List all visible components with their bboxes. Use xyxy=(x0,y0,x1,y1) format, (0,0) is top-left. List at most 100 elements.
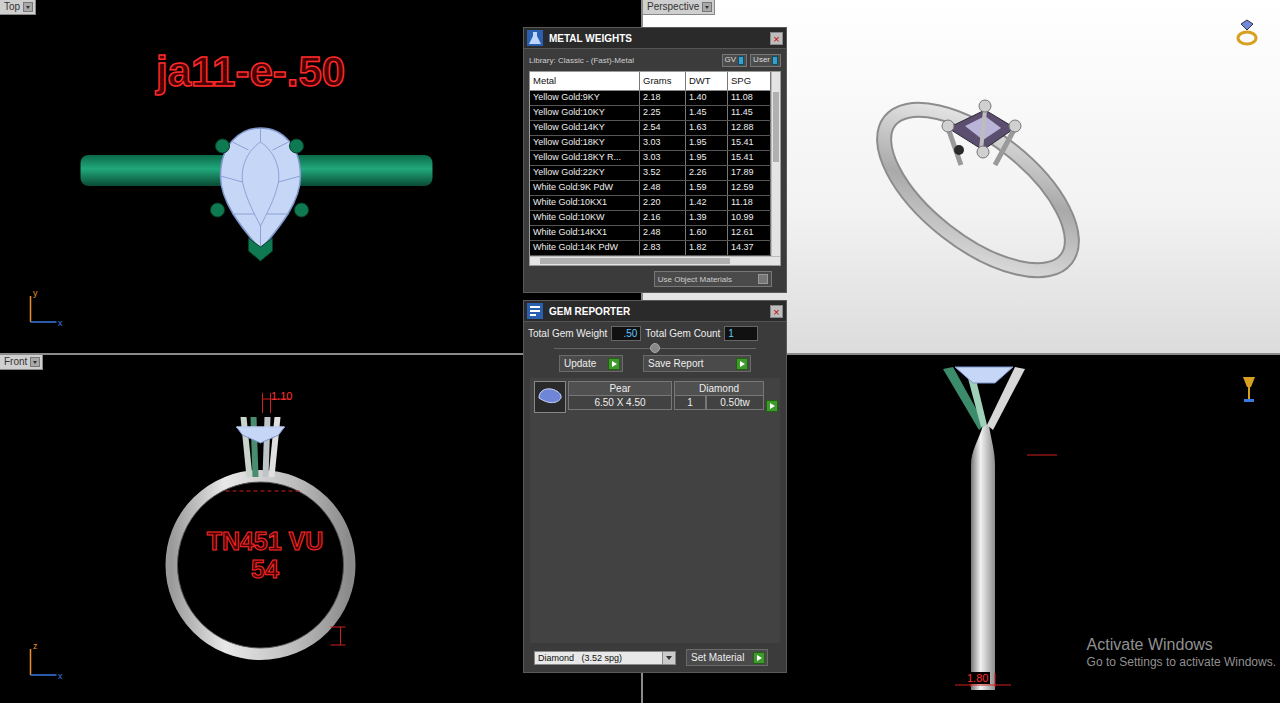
horizontal-scrollbar[interactable] xyxy=(530,256,780,265)
scroll-thumb[interactable] xyxy=(773,92,779,162)
table-row[interactable]: White Gold:14K PdW2.831.8214.37 xyxy=(530,241,771,256)
report-button[interactable]: Save Report xyxy=(643,355,751,372)
gem-weight: 0.50tw xyxy=(706,396,764,410)
material-select[interactable]: Diamond (3.52 spg) xyxy=(534,651,676,665)
scroll-thumb[interactable] xyxy=(540,258,730,264)
viewport-label[interactable]: Perspective xyxy=(643,0,715,15)
table-cell: Yellow Gold:18KY R... xyxy=(530,151,640,165)
column-header[interactable]: DWT xyxy=(686,72,728,90)
axis-label: z xyxy=(33,641,38,651)
axis-label: y xyxy=(33,288,38,298)
watermark-title: Activate Windows xyxy=(1087,635,1276,655)
dimension-label: 1.10 xyxy=(271,390,292,402)
library-row: Library: Classic - (Fast)-Metal GV User xyxy=(524,49,786,71)
panel-titlebar[interactable]: METAL WEIGHTS× xyxy=(524,28,786,49)
setting-shape xyxy=(237,417,285,477)
table-row[interactable]: Yellow Gold:14KY2.541.6312.88 xyxy=(530,121,771,136)
table-header: MetalGramsDWTSPG xyxy=(530,72,771,91)
table-cell: 2.25 xyxy=(640,106,686,120)
table-row[interactable]: White Gold:10KW2.161.3910.99 xyxy=(530,211,771,226)
toggle-label: User xyxy=(753,55,770,65)
table-cell: 1.95 xyxy=(686,136,728,150)
table-row[interactable]: Yellow Gold:22KY3.522.2617.89 xyxy=(530,166,771,181)
table-row[interactable]: Yellow Gold:10KY2.251.4511.45 xyxy=(530,106,771,121)
column-header[interactable]: Grams xyxy=(640,72,686,90)
table-cell: 1.60 xyxy=(686,226,728,240)
toggle-label: GV xyxy=(725,55,737,65)
ring-icon[interactable] xyxy=(1238,20,1256,44)
select-value: Diamond (3.52 spg) xyxy=(538,653,622,663)
flask-icon xyxy=(527,30,543,46)
table-cell: 11.45 xyxy=(728,106,771,120)
viewport-label[interactable]: Top xyxy=(0,0,36,15)
use-object-materials-toggle[interactable]: Use Object Materials xyxy=(654,271,772,287)
gem-shape-column: Pear6.50 X 4.50 xyxy=(568,381,672,413)
table-row[interactable]: Yellow Gold:18KY3.031.9515.41 xyxy=(530,136,771,151)
activation-watermark: Activate WindowsGo to Settings to activa… xyxy=(1087,635,1276,670)
report-button[interactable]: Update xyxy=(559,355,623,372)
ring-shank-shape xyxy=(858,80,1099,300)
table-cell: 1.45 xyxy=(686,106,728,120)
watermark-subtitle: Go to Settings to activate Windows. xyxy=(1087,655,1276,670)
stamp-line: TN451 VU xyxy=(207,527,324,555)
table-cell: 12.61 xyxy=(728,226,771,240)
total-weight-field[interactable]: .50 xyxy=(611,326,641,341)
table-cell: 1.40 xyxy=(686,91,728,105)
table-cell: White Gold:14K PdW xyxy=(530,241,640,255)
set-material-button[interactable]: Set Material xyxy=(686,649,768,666)
viewport-label[interactable]: Front xyxy=(0,355,43,370)
setting-shape xyxy=(943,367,1025,430)
toggle-label: Use Object Materials xyxy=(658,275,754,284)
table-cell: 2.83 xyxy=(640,241,686,255)
column-header[interactable]: Metal xyxy=(530,72,640,90)
metal-weights-panel[interactable]: METAL WEIGHTS×Library: Classic - (Fast)-… xyxy=(523,27,787,293)
splitter-knob-icon[interactable] xyxy=(650,343,660,353)
dropdown-icon[interactable] xyxy=(23,2,33,12)
gem-row[interactable]: Pear6.50 X 4.50Diamond10.50tw xyxy=(534,378,780,413)
table-row[interactable]: White Gold:9K PdW2.481.5912.59 xyxy=(530,181,771,196)
total-count-field[interactable]: 1 xyxy=(724,326,758,341)
axis-icon xyxy=(31,649,57,675)
panel-titlebar[interactable]: GEM REPORTER× xyxy=(524,301,786,322)
gem-table: Pear6.50 X 4.50Diamond10.50tw xyxy=(530,378,780,643)
axis-label: x xyxy=(58,318,63,328)
view-toggle[interactable]: GV xyxy=(722,54,748,67)
table-cell: 2.20 xyxy=(640,196,686,210)
axis-icon xyxy=(31,296,57,322)
splitter[interactable] xyxy=(524,343,786,353)
viewport-name: Perspective xyxy=(647,1,699,13)
table-cell: 2.48 xyxy=(640,181,686,195)
close-button[interactable]: × xyxy=(770,32,783,45)
go-arrow-icon xyxy=(753,652,765,664)
ring-shank-shape xyxy=(971,425,995,690)
stamp-label: TN451 VU54 xyxy=(180,527,350,583)
lamp-icon[interactable] xyxy=(1243,377,1255,402)
toggle-indicator-icon xyxy=(772,56,778,65)
table-row[interactable]: White Gold:14KX12.481.6012.61 xyxy=(530,226,771,241)
vertical-scrollbar[interactable] xyxy=(771,72,780,256)
gem-reporter-panel[interactable]: GEM REPORTER×Total Gem Weight.50Total Ge… xyxy=(523,300,787,673)
prong-shape xyxy=(290,139,304,153)
dropdown-icon[interactable] xyxy=(702,2,712,12)
table-cell: 1.82 xyxy=(686,241,728,255)
table-cell: Yellow Gold:14KY xyxy=(530,121,640,135)
field-label: Total Gem Weight xyxy=(528,328,607,339)
report-icon xyxy=(527,303,543,319)
table-row[interactable]: Yellow Gold:9KY2.181.4011.08 xyxy=(530,91,771,106)
table-row[interactable]: Yellow Gold:18KY R...3.031.9515.41 xyxy=(530,151,771,166)
table-cell: 11.08 xyxy=(728,91,771,105)
dropdown-icon[interactable] xyxy=(30,357,40,367)
library-label: Library: Classic - (Fast)-Metal xyxy=(529,56,634,65)
close-button[interactable]: × xyxy=(770,305,783,318)
table-row[interactable]: White Gold:10KX12.201.4211.18 xyxy=(530,196,771,211)
table-cell: 3.03 xyxy=(640,136,686,150)
view-toggle[interactable]: User xyxy=(750,54,781,67)
table-cell: 2.18 xyxy=(640,91,686,105)
column-header[interactable]: SPG xyxy=(728,72,771,90)
table-cell: White Gold:9K PdW xyxy=(530,181,640,195)
table-cell: 3.52 xyxy=(640,166,686,180)
panel-footer: Use Object Materials xyxy=(524,266,786,292)
table-cell: 1.95 xyxy=(686,151,728,165)
totals-row: Total Gem Weight.50Total Gem Count1 xyxy=(524,322,786,343)
go-arrow-icon[interactable] xyxy=(766,400,778,412)
